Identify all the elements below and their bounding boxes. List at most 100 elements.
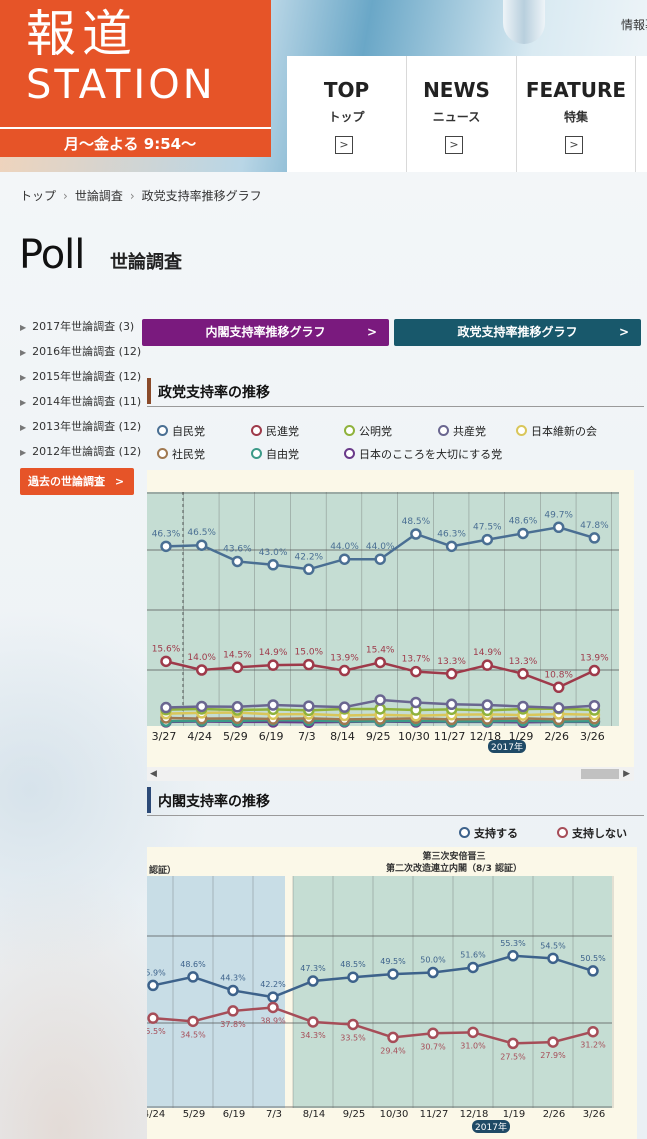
scrollbar-thumb[interactable] — [581, 769, 619, 779]
sidebar-item-2015[interactable]: ▶ 2015年世論調査 (12) — [20, 368, 141, 384]
legend-item-nonsupport: 支持しない — [557, 825, 627, 841]
x-tick-label: 9/25 — [366, 730, 391, 743]
sidebar-item-2012[interactable]: ▶ 2012年世論調査 (12) — [20, 443, 141, 459]
sidebar-item-2014[interactable]: ▶ 2014年世論調査 (11) — [20, 393, 141, 409]
tab-party-support-label: 政党支持率推移グラフ — [457, 325, 578, 339]
data-point — [467, 961, 479, 974]
triangle-right-icon: ▶ — [20, 423, 27, 432]
sidebar-item-2017[interactable]: ▶ 2017年世論調査 (3) — [20, 318, 134, 334]
sidebar-item-2013[interactable]: ▶ 2013年世論調査 (12) — [20, 418, 141, 434]
site-logo[interactable]: 報道 STATION 月～金よる 9:54～ — [0, 0, 271, 157]
data-label: 13.9% — [330, 654, 359, 664]
data-point — [587, 1025, 599, 1038]
logo-kanji: 報道 — [26, 5, 138, 63]
period-panel-right — [293, 876, 612, 1108]
x-tick-label: 9/25 — [343, 1109, 365, 1120]
data-point — [410, 528, 422, 540]
data-point — [347, 1018, 359, 1031]
year-badge-label: 2017年 — [475, 1121, 507, 1133]
data-point — [467, 1026, 479, 1039]
sidebar-item-label: 2017年世論調査 (3) — [32, 320, 135, 333]
chevron-right-icon: > — [445, 136, 463, 154]
section-accent-bar — [147, 787, 151, 813]
data-point — [267, 659, 279, 671]
x-tick-label: 8/14 — [303, 1109, 325, 1120]
legend-marker — [344, 448, 355, 459]
data-label: 42.2% — [260, 980, 286, 989]
tab-cabinet-approval-label: 内閣支持率推移グラフ — [205, 325, 326, 339]
data-point — [552, 681, 565, 694]
breadcrumb-separator: › — [63, 189, 68, 203]
breadcrumb-separator: › — [129, 189, 135, 203]
legend-item-ishin: 日本維新の会 — [516, 423, 597, 439]
legend-label: 自民党 — [172, 425, 205, 438]
data-label: 13.3% — [509, 657, 538, 667]
data-point — [267, 991, 279, 1003]
data-point — [374, 553, 386, 565]
party-section-heading: 政党支持率の推移 — [147, 377, 644, 407]
data-point — [147, 1012, 159, 1024]
tab-party-support[interactable]: 政党支持率推移グラフ > — [394, 319, 641, 346]
period-right-label: 第三次安倍晋三 — [422, 850, 485, 862]
data-point — [552, 521, 565, 534]
data-label: 55.3% — [500, 939, 526, 948]
data-label: 45.9% — [147, 968, 166, 977]
legend-marker — [438, 425, 449, 436]
data-label: 50.5% — [580, 954, 606, 963]
breadcrumb-home[interactable]: トップ — [20, 187, 56, 204]
nav-top[interactable]: TOP トップ > — [287, 56, 407, 172]
data-point — [374, 656, 386, 669]
breadcrumb-poll[interactable]: 世論調査 — [75, 187, 123, 204]
data-point — [445, 668, 458, 680]
nav-feature[interactable]: FEATURE 特集 > — [516, 56, 636, 172]
sidebar-item-2016[interactable]: ▶ 2016年世論調査 (12) — [20, 343, 141, 359]
x-tick-label: 6/19 — [223, 1109, 245, 1120]
legend-label: 日本のこころを大切にする党 — [359, 448, 503, 461]
data-point — [187, 1015, 199, 1028]
legend-marker — [459, 827, 470, 838]
legend-item-ldp: 自民党 — [157, 423, 205, 439]
x-tick-label: 3/26 — [580, 730, 605, 743]
legend-item-jcp: 共産党 — [438, 423, 486, 439]
past-polls-button[interactable]: 過去の世論調査 > — [20, 468, 134, 495]
scroll-right-icon[interactable]: ▶ — [623, 767, 630, 781]
legend-label: 社民党 — [172, 448, 205, 461]
tab-cabinet-approval[interactable]: 内閣支持率推移グラフ > — [142, 319, 389, 346]
data-point — [427, 1027, 439, 1040]
data-point — [267, 559, 279, 571]
data-label: 13.7% — [402, 655, 431, 665]
legend-marker — [251, 448, 262, 459]
logo-station: STATION — [26, 62, 216, 108]
cabinet-approval-chart: 認証） 第三次安倍晋三第二次改造連立内閣（8/3 認証） 45.9% 48.6% 44.… — [147, 847, 637, 1139]
data-point — [231, 661, 244, 674]
global-nav: TOP トップ > NEWS ニュース > FEATURE 特集 > — [287, 56, 647, 172]
data-point — [374, 703, 386, 715]
cabinet-section-title: 内閣支持率の推移 — [158, 794, 270, 810]
nav-news[interactable]: NEWS ニュース > — [397, 56, 517, 172]
data-point — [445, 698, 458, 711]
legend-item-komeito: 公明党 — [344, 423, 392, 439]
data-point — [187, 971, 199, 983]
legend-label: 日本維新の会 — [531, 425, 597, 438]
x-tick-label: 3/26 — [583, 1109, 605, 1120]
scroll-left-icon[interactable]: ◀ — [150, 767, 157, 781]
breadcrumb: トップ › 世論調査 › 政党支持率推移グラフ — [20, 187, 262, 204]
data-label: 13.9% — [580, 654, 609, 664]
data-point — [410, 665, 422, 678]
cabinet-section-heading: 内閣支持率の推移 — [147, 786, 644, 816]
data-label: 35.5% — [147, 1027, 166, 1036]
year-badge-label: 2017年 — [491, 741, 523, 753]
data-label: 43.0% — [259, 548, 288, 558]
data-point — [303, 700, 315, 712]
data-label: 14.0% — [187, 653, 216, 663]
info-link[interactable]: 情報募 — [621, 16, 647, 33]
sidebar-item-label: 2012年世論調査 (12) — [32, 445, 142, 458]
data-label: 33.5% — [340, 1033, 366, 1042]
data-label: 47.8% — [580, 521, 609, 531]
data-label: 54.5% — [540, 941, 566, 950]
chart-scrollbar[interactable]: ◀ ▶ — [147, 767, 634, 781]
data-point — [481, 533, 494, 546]
data-point — [195, 700, 208, 713]
data-label: 51.6% — [460, 950, 486, 959]
legend-item-kokoro: 日本のこころを大切にする党 — [344, 446, 502, 462]
